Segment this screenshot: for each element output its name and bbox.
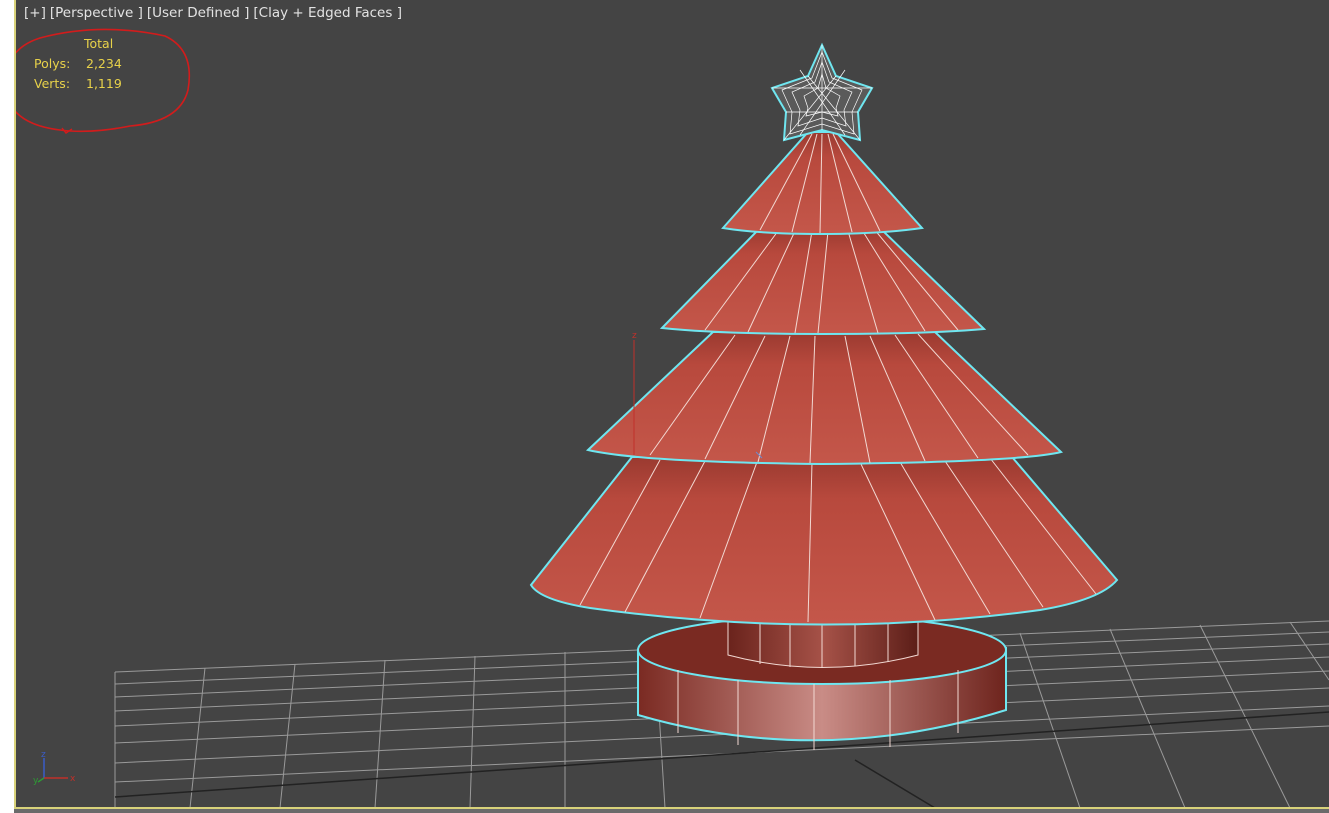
stats-header: Total [84, 36, 114, 51]
view-type-button[interactable]: [Perspective ] [50, 5, 143, 21]
viewport-menu-button[interactable]: [+] [24, 5, 46, 21]
tree-tier-1[interactable] [721, 131, 924, 236]
polys-value: 2,234 [86, 56, 122, 71]
perspective-viewport[interactable]: z z x y [+] [Perspective ] [User Defined… [14, 0, 1329, 808]
svg-text:y: y [33, 776, 39, 786]
svg-text:z: z [41, 750, 46, 760]
tree-tier-3[interactable] [585, 331, 1064, 466]
bottom-edge [14, 809, 1329, 813]
axis-tripod: z x y [33, 750, 76, 786]
scene-canvas[interactable]: z z x y [14, 0, 1329, 808]
svg-text:x: x [70, 774, 76, 784]
tree-tier-2[interactable] [659, 227, 987, 336]
verts-value: 1,119 [86, 76, 122, 91]
polys-label: Polys: [34, 56, 71, 71]
verts-label: Verts: [34, 76, 71, 91]
svg-text:z: z [632, 331, 637, 341]
camera-mode-button[interactable]: [User Defined ] [147, 5, 250, 21]
tree-star[interactable] [770, 42, 874, 142]
left-margin [0, 0, 14, 813]
viewport-active-border-left [14, 0, 16, 810]
shading-mode-button[interactable]: [Clay + Edged Faces ] [253, 5, 402, 21]
viewport-label: [+] [Perspective ] [User Defined ] [Clay… [24, 5, 402, 21]
tree-tier-4[interactable] [529, 456, 1119, 626]
